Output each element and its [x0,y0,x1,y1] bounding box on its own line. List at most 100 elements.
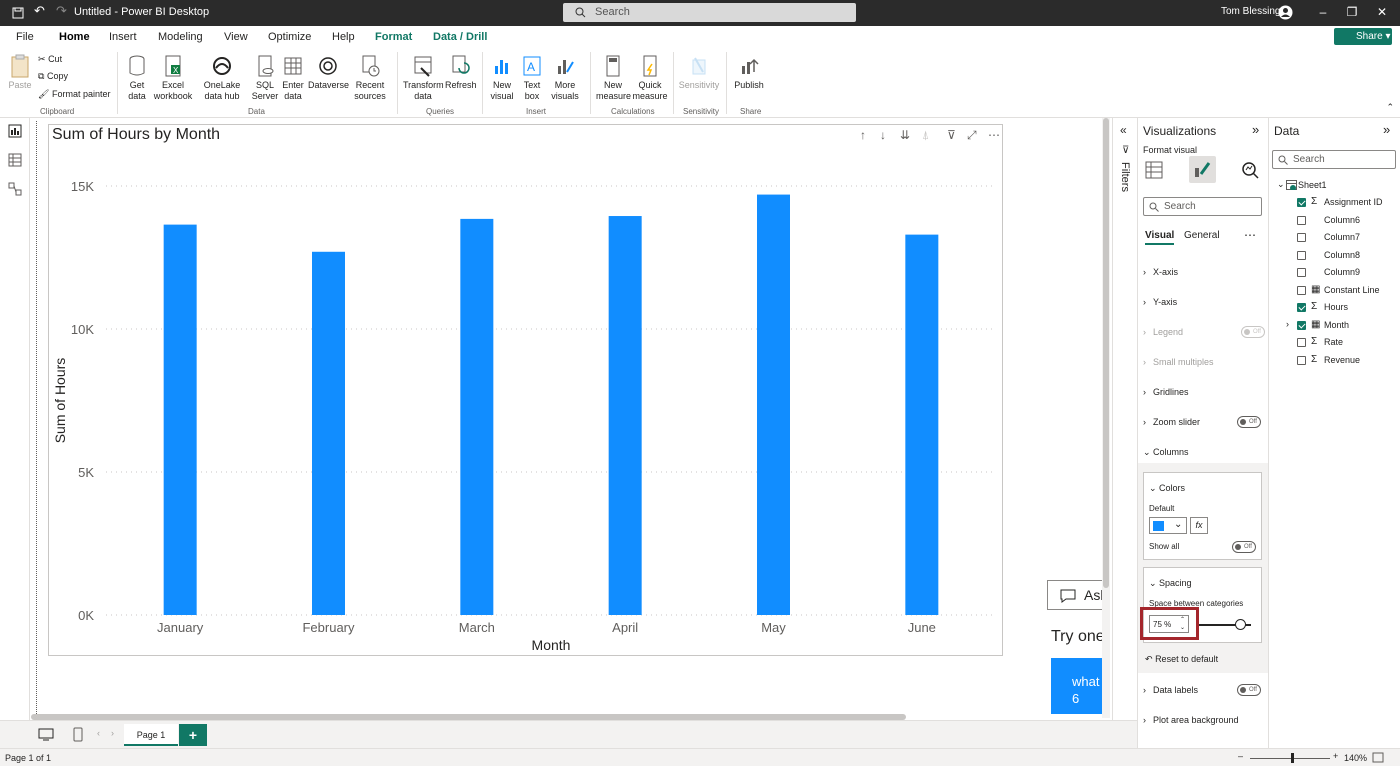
field-item[interactable]: Rate [1324,337,1343,347]
more-options-icon[interactable]: ⋯ [988,128,1000,142]
new-measure-button[interactable]: New measure [596,54,631,102]
fit-to-page-icon[interactable] [1372,752,1384,763]
qna-suggestion[interactable]: what 6 [1051,658,1103,714]
data-search-input[interactable]: Search [1272,150,1396,169]
model-view-icon[interactable] [8,182,22,196]
copy-button[interactable]: ⧉ Copy [38,71,68,82]
enter-data-button[interactable]: Enter data [281,54,305,102]
default-color-picker[interactable]: ⌄ [1149,517,1187,534]
section-columns[interactable]: ⌄ Columns [1143,447,1265,458]
desktop-layout-icon[interactable] [38,728,54,741]
field-item[interactable]: Column7 [1324,232,1360,242]
expand-next-level-icon[interactable]: ⇊ [900,128,910,142]
zoom-in-icon[interactable]: + [1333,751,1338,761]
field-checkbox[interactable] [1297,268,1306,277]
field-checkbox[interactable] [1297,285,1306,295]
section-y-axis[interactable]: › Y-axis [1143,297,1265,307]
field-checkbox[interactable] [1297,215,1306,225]
field-item[interactable]: Column8 [1324,250,1360,260]
menu-modeling[interactable]: Modeling [158,31,203,43]
report-view-icon[interactable] [8,124,22,138]
more-visuals-button[interactable]: More visuals [548,54,582,102]
format-search-input[interactable]: Search [1143,197,1262,216]
recent-sources-button[interactable]: Recent sources [350,54,390,102]
menu-view[interactable]: View [224,31,248,43]
ask-button[interactable]: Ask [1047,580,1107,610]
dataverse-button[interactable]: Dataverse [308,54,349,91]
menu-file[interactable]: File [16,31,34,43]
sensitivity-button[interactable]: Sensitivity [678,54,720,91]
scroll-thumb[interactable] [1103,118,1109,588]
drill-up-icon[interactable]: ↑ [860,128,866,142]
maximize-button[interactable]: ❐ [1345,5,1359,19]
section-plot-area[interactable]: › Plot area background [1143,715,1265,725]
menu-home[interactable]: Home [57,31,92,50]
transform-data-button[interactable]: Transform data [403,54,444,102]
cut-button[interactable]: ✂ Cut [38,54,62,65]
spacing-header[interactable]: ⌄ Spacing [1149,578,1271,589]
user-name[interactable]: Tom Blessing [1221,6,1280,17]
canvas-vertical-scrollbar[interactable] [1102,118,1110,718]
build-visual-icon[interactable] [1145,161,1163,179]
conditional-format-button[interactable]: fx [1190,517,1208,534]
minimize-button[interactable]: – [1316,5,1330,19]
expand-all-icon[interactable]: ⍋ [922,128,929,143]
menu-data-drill[interactable]: Data / Drill [433,31,487,43]
field-item[interactable]: Column6 [1324,215,1360,225]
analytics-icon[interactable] [1241,161,1259,179]
show-all-toggle[interactable]: Off [1232,541,1256,553]
chevron-left-icon[interactable]: ‹ [97,728,100,738]
drill-down-icon[interactable]: ↓ [880,128,886,142]
zoom-thumb[interactable] [1291,753,1294,763]
reset-to-default-button[interactable]: ↶ Reset to default [1145,654,1218,665]
text-box-button[interactable]: A Text box [518,54,546,102]
quick-measure-button[interactable]: Quick measure [632,54,668,102]
field-item[interactable]: Month [1324,320,1349,330]
menu-format[interactable]: Format [375,31,412,43]
expand-right-icon[interactable]: » [1383,122,1390,137]
format-painter-button[interactable]: 🖌 Format painter [38,89,110,100]
data-labels-toggle[interactable]: Off [1237,684,1261,696]
field-checkbox[interactable] [1297,198,1306,207]
sql-server-button[interactable]: SQL Server [251,54,279,102]
colors-header[interactable]: ⌄ Colors [1149,483,1271,494]
get-data-button[interactable]: Get data [123,54,151,102]
section-small-multiples[interactable]: › Small multiples [1143,357,1265,367]
excel-workbook-button[interactable]: X Excel workbook [153,54,193,102]
field-item[interactable]: Assignment ID [1324,197,1383,207]
collapse-left-icon[interactable]: « [1120,123,1127,137]
focus-mode-icon[interactable]: ⤢ [967,128,977,143]
redo-icon[interactable]: ↷ [56,3,67,19]
field-checkbox[interactable] [1297,250,1306,260]
field-checkbox[interactable] [1297,320,1306,330]
tab-visual[interactable]: Visual [1145,230,1175,245]
mobile-layout-icon[interactable] [73,727,83,742]
table-sheet1[interactable]: Sheet1 [1298,180,1327,190]
spacing-slider-thumb[interactable] [1235,619,1246,630]
zoom-level[interactable]: 140% [1344,753,1367,763]
field-checkbox[interactable] [1297,303,1306,312]
publish-button[interactable]: Publish [733,54,765,91]
undo-icon[interactable]: ↶ [34,3,45,19]
paste-button[interactable]: Paste [8,54,32,91]
collapse-ribbon-icon[interactable]: ⌃ [1386,102,1394,113]
filters-pane[interactable]: « ⊽ Filters [1112,118,1137,748]
field-checkbox[interactable] [1297,338,1306,347]
more-options-icon[interactable]: ⋯ [1244,228,1256,242]
field-item[interactable]: Constant Line [1324,285,1380,295]
new-visual-button[interactable]: New visual [488,54,516,102]
table-view-icon[interactable] [8,153,22,167]
global-search-input[interactable]: Search [563,3,856,22]
field-checkbox[interactable] [1297,233,1306,242]
field-item[interactable]: Hours [1324,302,1348,312]
field-item[interactable]: Column9 [1324,267,1360,277]
section-zoom-slider[interactable]: › Zoom slider Off [1143,416,1265,428]
page-tab-1[interactable]: Page 1 [124,724,178,746]
close-button[interactable]: ✕ [1375,5,1389,19]
menu-help[interactable]: Help [332,31,355,43]
refresh-button[interactable]: Refresh [445,54,477,91]
menu-insert[interactable]: Insert [109,31,137,43]
section-legend[interactable]: › Legend Off [1143,326,1265,338]
chevron-right-icon[interactable]: › [1286,319,1289,329]
field-item[interactable]: Revenue [1324,355,1360,365]
